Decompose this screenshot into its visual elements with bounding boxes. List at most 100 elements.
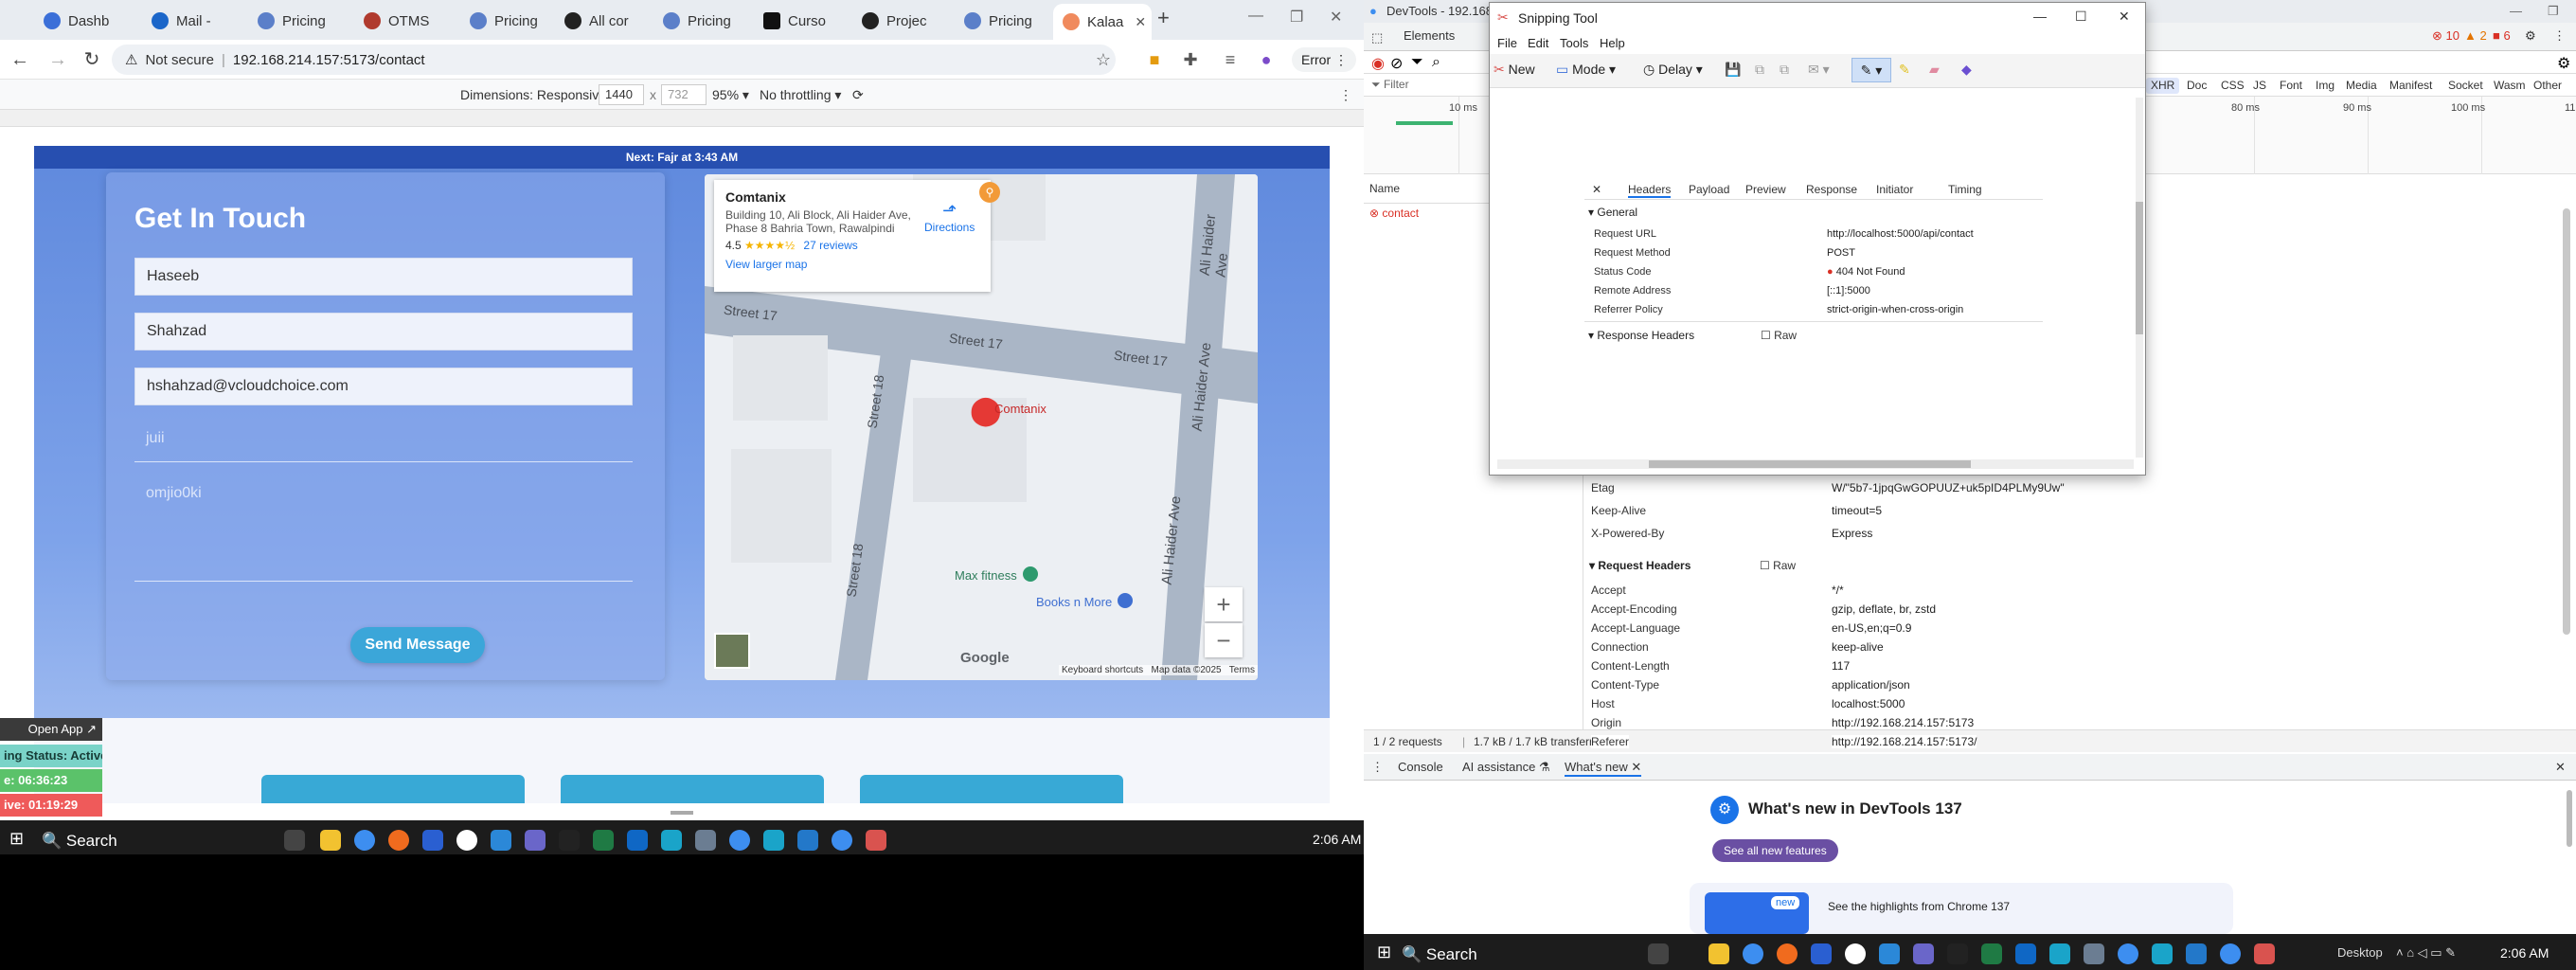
snipping-tool-icon[interactable] (866, 830, 886, 851)
maximize-icon[interactable]: ❐ (1290, 8, 1303, 27)
system-tray-icons[interactable]: ˄ ⌂ ◁ ▭ ✎ (2396, 945, 2456, 961)
search-icon[interactable]: ⌕ (1432, 54, 1440, 71)
app-icon[interactable] (1879, 943, 1900, 964)
edge-icon[interactable] (2049, 943, 2070, 964)
send-message-button[interactable]: Send Message (350, 627, 485, 663)
new-tab-icon[interactable]: + (1157, 6, 1170, 30)
dimensions-dropdown[interactable]: Dimensions: Responsive ▾ (460, 87, 617, 103)
zoom-app-icon[interactable] (1811, 943, 1832, 964)
tab-elements[interactable]: Elements (1404, 28, 1455, 43)
forward-icon[interactable]: → (45, 47, 70, 72)
back-icon[interactable]: ← (8, 47, 32, 72)
chrome-icon[interactable] (2220, 943, 2241, 964)
vscode-icon[interactable] (797, 830, 818, 851)
bookmark-star-icon[interactable]: ☆ (1093, 49, 1114, 70)
terminal-icon[interactable] (559, 830, 580, 851)
desktop-label[interactable]: Desktop (2337, 945, 2383, 960)
highlights-card[interactable]: new See the highlights from Chrome 137 (1690, 883, 2233, 934)
teams-icon[interactable] (1913, 943, 1934, 964)
horizontal-scrollbar[interactable] (1497, 459, 2134, 469)
more-options-icon[interactable]: ⋮ (1339, 87, 1352, 103)
tab-dashboard[interactable]: Dashb (34, 6, 140, 36)
app-icon[interactable] (2084, 943, 2104, 964)
snipping-tool-icon[interactable] (2254, 943, 2275, 964)
task-view-icon[interactable] (1648, 943, 1669, 964)
drawer-menu-icon[interactable]: ⋮ (1371, 760, 1384, 775)
filter-chip-other[interactable]: Other (2529, 78, 2567, 94)
filter-chip-xhr[interactable]: XHR (2146, 78, 2180, 94)
name-column-header[interactable]: Name (1369, 182, 1400, 195)
first-name-field[interactable]: Haseeb (134, 258, 633, 296)
app-icon[interactable] (456, 830, 477, 851)
minimize-icon[interactable]: — (2510, 4, 2522, 18)
tab-payload[interactable]: Payload (1689, 183, 1729, 196)
copy-alt-icon[interactable]: ⧉ (1780, 62, 1789, 78)
reload-icon[interactable]: ↻ (80, 47, 104, 72)
chrome-icon[interactable] (729, 830, 750, 851)
tab-console[interactable]: Console (1398, 760, 1443, 774)
teams-icon[interactable] (525, 830, 546, 851)
email-field[interactable]: hshahzad@vcloudchoice.com (134, 368, 633, 405)
height-input[interactable]: 732 (661, 84, 707, 105)
file-explorer-icon[interactable] (320, 830, 341, 851)
menu-help[interactable]: Help (1600, 36, 1625, 50)
zoom-app-icon[interactable] (422, 830, 443, 851)
browser-icon[interactable] (1777, 943, 1798, 964)
map-reviews-link[interactable]: 27 reviews (803, 239, 857, 252)
zoom-in-button[interactable]: + (1205, 587, 1243, 621)
shop-marker-icon[interactable] (1118, 593, 1133, 608)
pen-tool[interactable]: ✎ ▾ (1852, 58, 1891, 82)
tab-pricing-4[interactable]: Pricing (955, 6, 1059, 36)
copy-icon[interactable]: ⧉ (1755, 62, 1764, 78)
filter-chip-media[interactable]: Media (2341, 78, 2382, 94)
tab-initiator[interactable]: Initiator (1876, 183, 1913, 196)
tab-response[interactable]: Response (1806, 183, 1857, 196)
filter-chip-manifest[interactable]: Manifest (2385, 78, 2437, 94)
chrome-icon[interactable] (1743, 943, 1763, 964)
raw-checkbox[interactable]: ☐ Raw (1760, 559, 1796, 572)
scroll-thumb[interactable] (1649, 460, 1971, 468)
rotate-icon[interactable]: ⟳ (852, 87, 864, 103)
tab-pricing-2[interactable]: Pricing (460, 6, 566, 36)
vscode-icon[interactable] (2186, 943, 2207, 964)
restaurant-marker-icon[interactable]: ⚲ (979, 182, 1000, 203)
raw-checkbox[interactable]: ☐ Raw (1761, 329, 1797, 342)
taskbar-search[interactable]: 🔍 Search (1402, 941, 1610, 969)
subject-field[interactable]: juii (134, 421, 633, 462)
new-snip-button[interactable]: ✂ New (1494, 62, 1535, 78)
outlook-icon[interactable] (627, 830, 648, 851)
edge-icon[interactable] (661, 830, 682, 851)
minimize-icon[interactable]: — (1248, 8, 1263, 25)
tab-mail[interactable]: Mail - (142, 6, 248, 36)
windows-start-icon[interactable]: ⊞ (1377, 943, 1391, 962)
app-icon[interactable] (2152, 943, 2173, 964)
scrollbar[interactable] (2567, 790, 2572, 847)
filter-chip-font[interactable]: Font (2275, 78, 2307, 94)
terminal-icon[interactable] (1947, 943, 1968, 964)
windows-start-icon[interactable]: ⊞ (9, 829, 24, 849)
more-menu-icon[interactable]: ⋮ (2553, 28, 2566, 44)
request-row-contact[interactable]: ⊗ contact (1369, 207, 1419, 220)
response-headers-section[interactable]: ▾ Response Headers (1588, 329, 1694, 342)
issue-count-badge[interactable]: ■ 6 (2493, 28, 2511, 43)
request-headers-section[interactable]: ▾ Request Headers (1589, 559, 1690, 572)
tab-preview[interactable]: Preview (1745, 183, 1786, 196)
filter-chip-doc[interactable]: Doc (2182, 78, 2211, 94)
chrome-icon[interactable] (2118, 943, 2138, 964)
tab-pricing-1[interactable]: Pricing (248, 6, 354, 36)
network-settings-icon[interactable]: ⚙ (2557, 54, 2570, 73)
clear-icon[interactable]: ⊘ (1390, 54, 1403, 73)
maximize-icon[interactable]: ❐ (2548, 4, 2559, 19)
tab-whats-new[interactable]: What's new ✕ (1565, 760, 1642, 777)
menu-file[interactable]: File (1497, 36, 1517, 50)
close-tab-icon[interactable]: ✕ (1135, 14, 1146, 30)
message-field[interactable]: omjio0ki (134, 476, 633, 582)
resize-handle[interactable] (671, 811, 693, 815)
terms-link[interactable]: Terms (1229, 665, 1255, 675)
tab-timing[interactable]: Timing (1948, 183, 1982, 196)
minimize-icon[interactable]: — (2033, 9, 2047, 24)
delay-dropdown[interactable]: ◷ Delay ▾ (1643, 62, 1703, 78)
save-icon[interactable]: 💾 (1725, 62, 1741, 78)
inspect-icon[interactable]: ⬚ (1371, 30, 1383, 45)
close-tab-icon[interactable]: ✕ (1631, 760, 1641, 774)
